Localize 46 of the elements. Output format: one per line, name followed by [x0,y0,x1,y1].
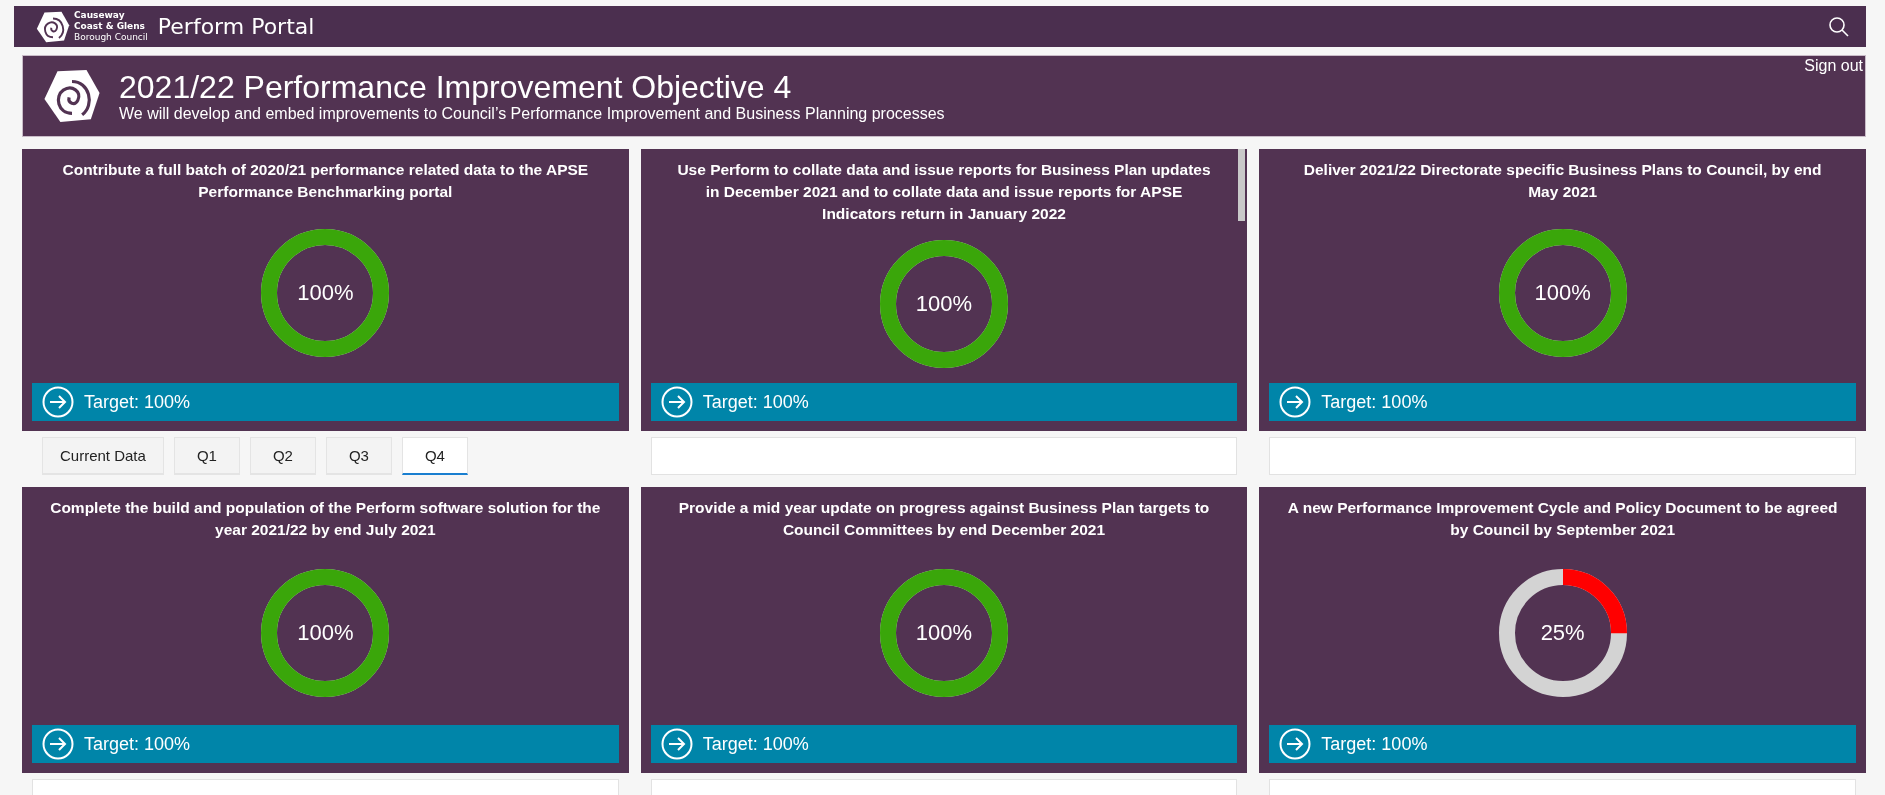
card-title: Complete the build and population of the Perform software solution for the year 2021/22 by end July 2021 [49,498,602,540]
quarter-tab[interactable]: Q2 [249,437,316,475]
percent-value: 100% [915,291,973,317]
percent-value: 100% [297,280,354,306]
card-title: Deliver 2021/22 Directorate specific Business Plans to Council, by end May 2021 [1302,160,1823,202]
card-title: Use Perform to collate data and issue reports for Business Plan updates in December 2021 and to collate data and issue reports for APSE Indicators return in January 2022 [676,160,1212,224]
logo-text: Coast & Glens [74,21,146,32]
percent-value: 100% [1534,280,1591,306]
target-bar[interactable]: Target: 100% [1269,725,1856,763]
card-title: Contribute a full batch of 2020/21 performance related data to the APSE Performance Benchmarking portal [61,160,590,202]
sign-out-link[interactable]: Sign out [1804,57,1863,75]
card-title: A new Performance Improvement Cycle and Policy Document to be agreed by Council by September 2021 [1286,498,1839,540]
logo-text: Causeway [74,10,126,21]
percent-value: 100% [297,620,354,646]
quarter-tab[interactable]: Q4 [401,437,468,475]
page-title: 2021/22 Performance Improvement Objective 4 [119,69,793,105]
arrow-circle-icon [1279,728,1312,760]
page-subtitle: We will develop and embed improvements to Council’s Performance Improvement and Business Planning processes [119,105,945,123]
arrow-circle-icon [660,728,693,760]
arrow-circle-icon [660,386,693,418]
target-label: Target: 100% [1321,733,1428,755]
target-label: Target: 100% [1321,391,1428,413]
percent-value: 25% [1540,620,1585,646]
target-label: Target: 100% [84,391,191,413]
target-bar[interactable]: Target: 100% [32,383,619,421]
council-logo-icon [43,67,101,125]
portal-title: Perform Portal [157,14,315,39]
card-title: Provide a mid year update on progress against Business Plan targets to Council Committees by end December 2021 [677,498,1211,540]
logo-text: Borough Council [74,32,148,43]
search-icon[interactable] [1828,15,1850,38]
arrow-circle-icon [1279,386,1312,418]
arrow-circle-icon [42,728,74,760]
scrollbar[interactable] [1238,149,1246,221]
target-bar[interactable]: Target: 100% [650,725,1238,763]
target-bar[interactable]: Target: 100% [650,383,1238,421]
quarter-tab[interactable]: Q3 [325,437,392,475]
target-bar[interactable]: Target: 100% [32,725,619,763]
percent-value: 100% [915,620,973,646]
quarter-tab[interactable]: Current Data [42,437,164,475]
target-label: Target: 100% [702,733,809,755]
council-logo-icon [36,9,70,44]
arrow-circle-icon [42,386,74,418]
target-label: Target: 100% [702,391,809,413]
quarter-tab[interactable]: Q1 [173,437,240,475]
target-label: Target: 100% [84,733,191,755]
target-bar[interactable]: Target: 100% [1269,383,1856,421]
